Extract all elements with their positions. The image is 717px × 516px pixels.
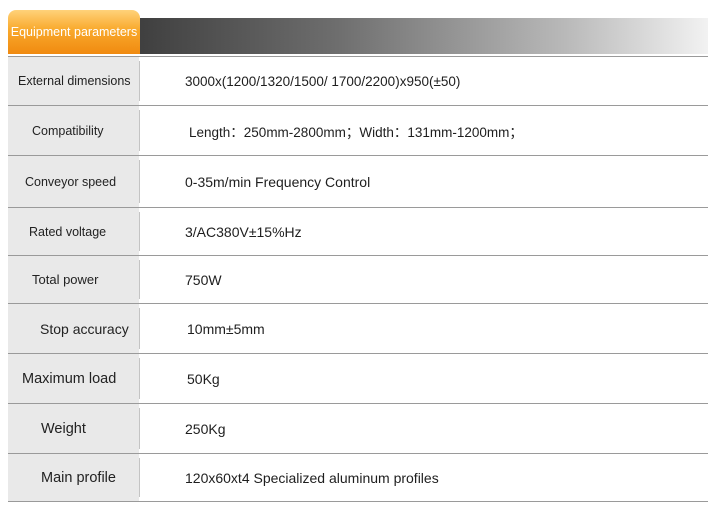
cell-divider — [139, 408, 140, 449]
cell-divider — [139, 358, 140, 399]
row-label: Weight — [8, 404, 139, 453]
row-value: 120x60xt4 Specialized aluminum profiles — [185, 469, 439, 486]
table-row: Main profile 120x60xt4 Specialized alumi… — [8, 454, 708, 502]
table-row: Total power 750W — [8, 256, 708, 304]
row-label: Rated voltage — [8, 208, 139, 255]
row-label: Conveyor speed — [8, 156, 139, 207]
table-row: External dimensions 3000x(1200/1320/1500… — [8, 56, 708, 106]
row-value: 250Kg — [185, 420, 226, 437]
row-value: 0-35m/min Frequency Control — [185, 173, 371, 190]
row-label: Stop accuracy — [8, 304, 139, 353]
cell-divider — [139, 308, 140, 349]
row-label: Total power — [8, 256, 139, 303]
row-value: 750W — [185, 271, 222, 288]
row-value: Length：250mm-2800mm；Width：131mm-1200mm； — [189, 124, 523, 140]
row-label: Compatibility — [8, 106, 139, 155]
table-row: Stop accuracy 10mm±5mm — [8, 304, 708, 354]
row-label: Main profile — [8, 454, 139, 501]
cell-divider — [139, 110, 140, 151]
table-row: Weight 250Kg — [8, 404, 708, 454]
section-header: Equipment parameters — [8, 10, 708, 54]
parameters-table: External dimensions 3000x(1200/1320/1500… — [8, 56, 708, 502]
row-label: Maximum load — [8, 354, 139, 403]
header-gradient-bar — [138, 18, 708, 54]
section-title-tab: Equipment parameters — [8, 10, 140, 54]
table-row: Maximum load 50Kg — [8, 354, 708, 404]
row-value: 10mm±5mm — [187, 320, 265, 337]
cell-divider — [139, 212, 140, 251]
table-row: Compatibility Length：250mm-2800mm；Width：… — [8, 106, 708, 156]
row-label: External dimensions — [8, 57, 139, 105]
row-value: 50Kg — [187, 370, 220, 387]
cell-divider — [139, 160, 140, 203]
cell-divider — [139, 458, 140, 497]
cell-divider — [139, 260, 140, 299]
row-value: 3000x(1200/1320/1500/ 1700/2200)x950(±50… — [185, 73, 461, 89]
table-row: Conveyor speed 0-35m/min Frequency Contr… — [8, 156, 708, 208]
table-row: Rated voltage 3/AC380V±15%Hz — [8, 208, 708, 256]
row-value: 3/AC380V±15%Hz — [185, 223, 302, 240]
cell-divider — [139, 61, 140, 101]
